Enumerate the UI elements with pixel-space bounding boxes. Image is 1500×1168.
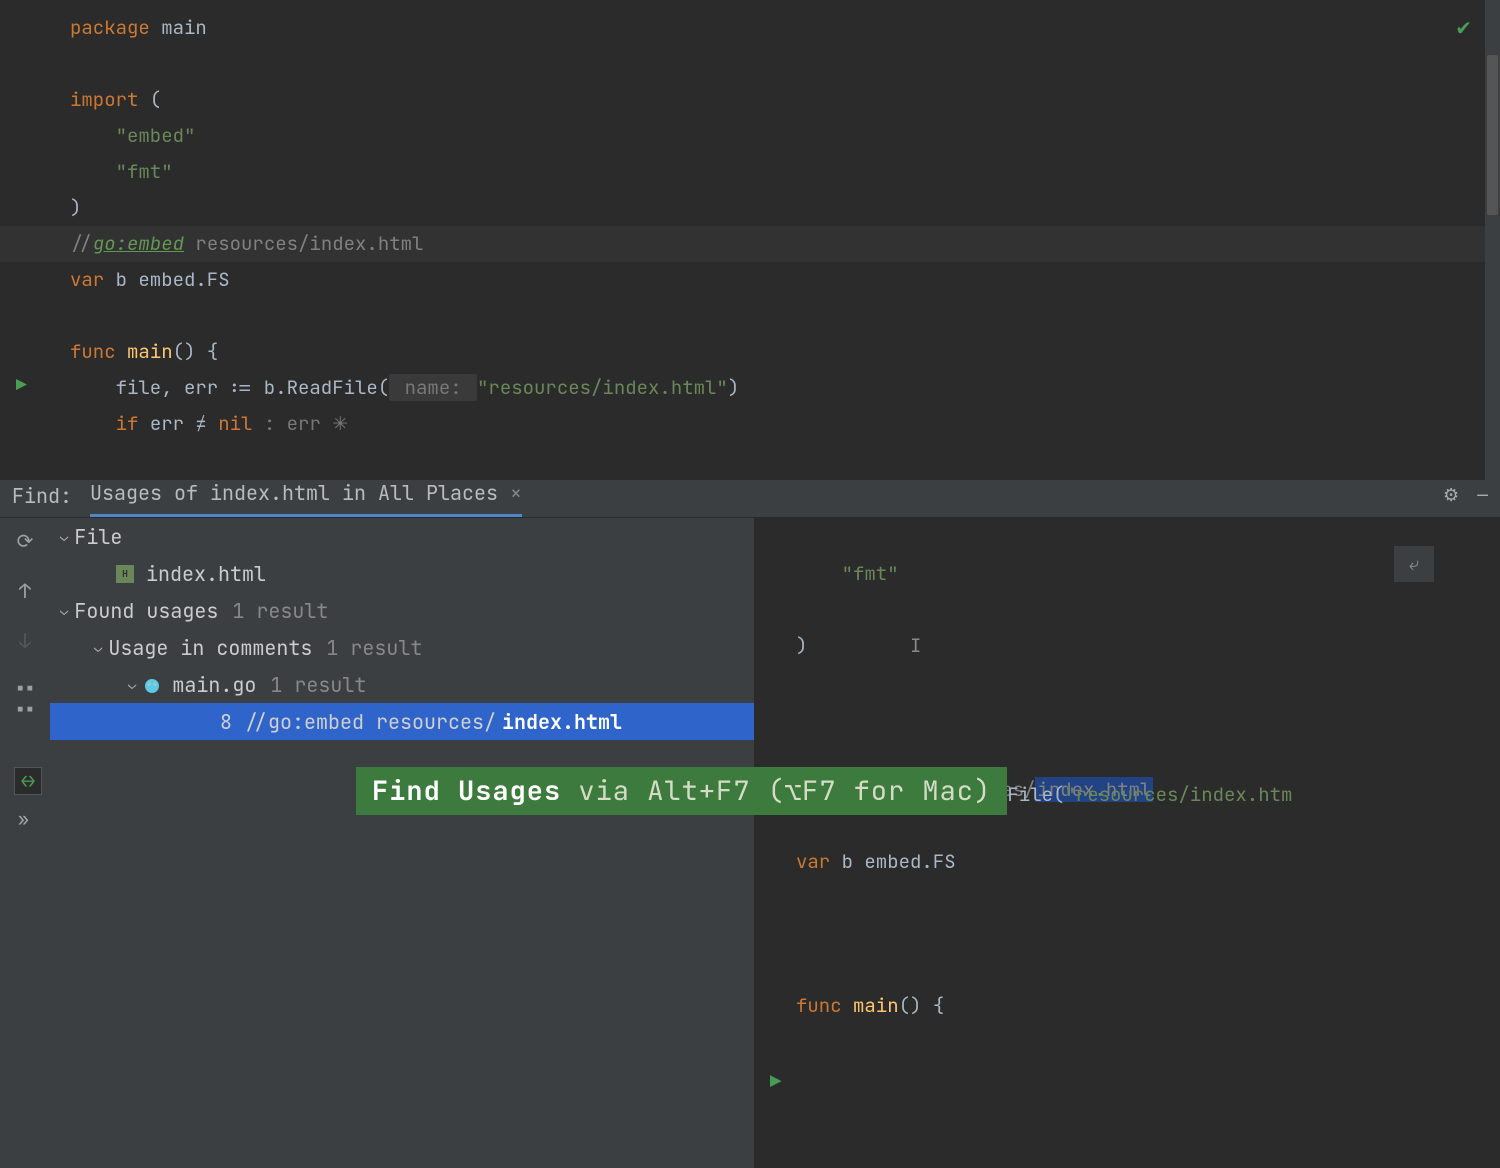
chevron-down-icon: ⌄ bbox=[60, 602, 68, 620]
tree-file-group[interactable]: ⌄ File bbox=[50, 518, 754, 555]
code-text: b embed.FS bbox=[104, 267, 229, 292]
html-file-icon: H bbox=[116, 565, 134, 583]
usage-highlight: index.html bbox=[502, 709, 622, 735]
editor-pane: ▶ ✔ package main import ( "embed" "fmt" … bbox=[0, 0, 1500, 480]
tree-label: File bbox=[74, 524, 122, 550]
chevron-down-icon: ⌄ bbox=[94, 639, 102, 657]
group-by-icon[interactable]: ▪▪▪▪ bbox=[15, 678, 34, 720]
code-keyword: package bbox=[70, 15, 150, 40]
code-text: () { bbox=[173, 339, 219, 364]
code-keyword: if bbox=[116, 411, 139, 436]
tree-usage-line[interactable]: 8 //go:embed resources/index.html bbox=[50, 703, 754, 740]
tree-label: index.html bbox=[146, 561, 266, 587]
code-string: "resources/index.htm bbox=[1064, 782, 1292, 807]
tooltip-action: Find Usages bbox=[372, 773, 561, 809]
find-body: ⟳ ↑ ↓ ▪▪▪▪ ⌄ File H index.html ⌄ Found u… bbox=[0, 518, 1500, 1168]
refresh-icon[interactable]: ⟳ bbox=[17, 528, 34, 554]
code-func: main bbox=[116, 339, 173, 364]
code-func: main bbox=[842, 993, 899, 1018]
go-embed-directive[interactable]: go:embed bbox=[93, 231, 184, 256]
find-label: Find: bbox=[12, 483, 72, 517]
go-file-icon bbox=[142, 675, 162, 695]
code-keyword: var bbox=[70, 267, 104, 292]
preview-line: var b embed.FS bbox=[754, 844, 1500, 880]
code-keyword: func bbox=[796, 993, 842, 1018]
inlay-hint: : err ✳ bbox=[252, 411, 348, 436]
tree-label: Found usages bbox=[74, 598, 218, 624]
find-header-actions: ⚙ — bbox=[1443, 484, 1488, 517]
find-toolbar: ⟳ ↑ ↓ ▪▪▪▪ bbox=[0, 518, 50, 1168]
close-icon[interactable]: × bbox=[510, 480, 522, 506]
code-text: b embed.FS bbox=[830, 849, 955, 874]
preview-line: func main() { bbox=[754, 988, 1500, 1024]
find-tab-title: Usages of index.html in All Places bbox=[90, 480, 498, 506]
code-string: "resources/index.html" bbox=[477, 375, 728, 400]
more-button[interactable]: » bbox=[18, 808, 29, 831]
gear-icon[interactable]: ⚙ bbox=[1443, 484, 1459, 507]
preview-line bbox=[754, 700, 1500, 736]
run-gutter-icon[interactable]: ▶ bbox=[770, 1064, 781, 1100]
code-keyword: var bbox=[796, 849, 830, 874]
code-comment: resources/index.html bbox=[184, 231, 423, 256]
find-tree[interactable]: ⌄ File H index.html ⌄ Found usages 1 res… bbox=[50, 518, 754, 1168]
text-cursor: I bbox=[910, 633, 921, 658]
tree-count: 1 result bbox=[326, 635, 422, 661]
inspection-ok-icon[interactable]: ✔ bbox=[1455, 15, 1472, 41]
param-hint: name: bbox=[389, 374, 477, 401]
find-header: Find: Usages of index.html in All Places… bbox=[0, 480, 1500, 518]
tree-usage-category[interactable]: ⌄ Usage in comments 1 result bbox=[50, 629, 754, 666]
next-occurrence-icon[interactable]: ↓ bbox=[19, 628, 31, 654]
code-keyword: import bbox=[70, 87, 138, 112]
code-text: err ≠ bbox=[138, 411, 218, 436]
usage-text: //go:embed resources/ bbox=[244, 709, 496, 735]
navigate-back-button[interactable]: ↔ bbox=[14, 767, 42, 795]
scrollbar-track bbox=[1485, 0, 1500, 480]
usage-highlight-line: //go:embed resources/index.html bbox=[0, 226, 1500, 262]
preview-line bbox=[754, 916, 1500, 952]
shortcut-tooltip: Find Usages via Alt+F7 (⌥F7 for Mac) bbox=[356, 767, 1007, 815]
code-string: "embed" bbox=[116, 123, 196, 148]
find-tab[interactable]: Usages of index.html in All Places × bbox=[90, 480, 522, 517]
preview-overflow-text: dFile("resources/index.htm bbox=[996, 782, 1292, 807]
code-area[interactable]: package main import ( "embed" "fmt" ) //… bbox=[0, 0, 1500, 442]
code-string: "fmt" bbox=[116, 159, 173, 184]
tree-file-node[interactable]: ⌄ main.go 1 result bbox=[50, 666, 754, 703]
tooltip-keys: via Alt+F7 (⌥F7 for Mac) bbox=[561, 773, 991, 809]
code-ident: main bbox=[161, 15, 207, 40]
prev-occurrence-icon[interactable]: ↑ bbox=[19, 578, 31, 604]
soft-wrap-icon[interactable]: ⤶ bbox=[1394, 546, 1434, 582]
tree-count: 1 result bbox=[270, 672, 366, 698]
preview-line: "fmt" bbox=[754, 556, 1500, 592]
code-text: ) bbox=[728, 375, 739, 400]
scrollbar-thumb[interactable] bbox=[1487, 55, 1498, 215]
code-text: file, err := b.ReadFile( bbox=[116, 375, 390, 400]
code-comment: // bbox=[70, 231, 93, 256]
gutter: ▶ bbox=[0, 0, 55, 480]
code-keyword: func bbox=[70, 339, 116, 364]
code-text: ) bbox=[796, 633, 807, 658]
run-gutter-icon[interactable]: ▶ bbox=[16, 374, 27, 397]
find-preview[interactable]: "fmt" ) I //go:embed resources/index.htm… bbox=[754, 518, 1500, 1168]
tree-file-item[interactable]: H index.html bbox=[50, 555, 754, 592]
code-text: () { bbox=[899, 993, 945, 1018]
tree-count: 1 result bbox=[232, 598, 328, 624]
tree-label: main.go bbox=[172, 672, 256, 698]
minimize-icon[interactable]: — bbox=[1477, 484, 1488, 507]
chevron-down-icon: ⌄ bbox=[60, 528, 68, 546]
usage-line-number: 8 bbox=[220, 709, 232, 735]
preview-line: ) I bbox=[754, 628, 1500, 664]
chevron-down-icon: ⌄ bbox=[128, 676, 136, 694]
tree-label: Usage in comments bbox=[108, 635, 312, 661]
code-keyword: nil bbox=[218, 411, 252, 436]
code-string: "fmt" bbox=[842, 561, 899, 586]
code-text: ) bbox=[70, 195, 81, 220]
code-text: ( bbox=[138, 87, 161, 112]
tree-found-usages[interactable]: ⌄ Found usages 1 result bbox=[50, 592, 754, 629]
